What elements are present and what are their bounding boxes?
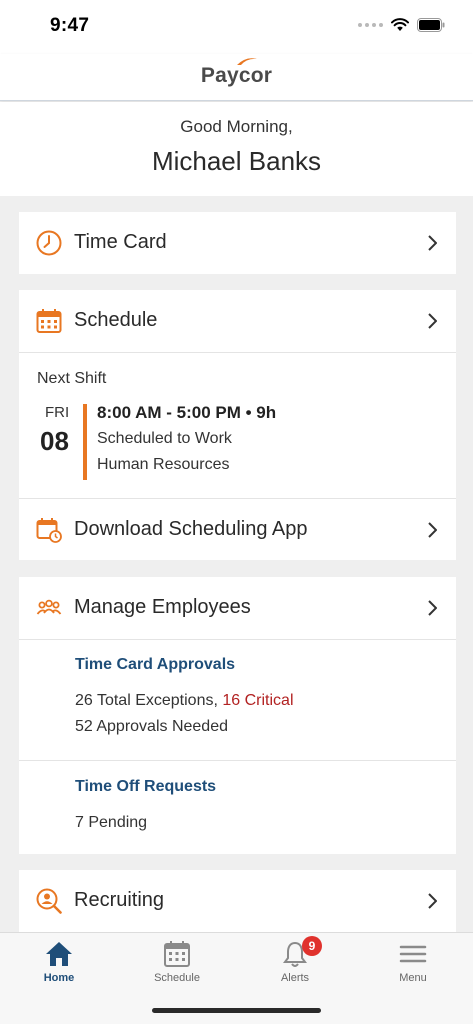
time-card-approvals-title: Time Card Approvals xyxy=(75,656,236,673)
schedule-card: Schedule Next Shift FRI 08 8:00 AM - 5:0… xyxy=(19,290,456,560)
time-card-card: Time Card xyxy=(19,212,456,274)
chevron-right-icon xyxy=(428,313,437,329)
battery-icon xyxy=(417,18,445,32)
manage-employees-label: Manage Employees xyxy=(74,596,251,618)
chevron-right-icon xyxy=(428,893,437,909)
chevron-right-icon xyxy=(428,600,437,616)
app-header: Paycor xyxy=(0,54,473,101)
shift-time: 8:00 AM - 5:00 PM • 9h xyxy=(97,403,277,422)
time-off-requests-title: Time Off Requests xyxy=(75,778,217,795)
schedule-label: Schedule xyxy=(74,309,158,331)
tab-alerts[interactable]: 9 Alerts xyxy=(236,933,354,993)
manage-employees-card: Manage Employees Time Card Approvals 26 … xyxy=(19,577,456,854)
total-exceptions: 26 Total Exceptions, xyxy=(75,692,223,709)
greeting-text: Good Morning, xyxy=(180,117,293,136)
approvals-needed: 52 Approvals Needed xyxy=(75,718,228,735)
exceptions-text: 26 Total Exceptions, 16 Critical xyxy=(75,692,294,710)
home-indicator xyxy=(152,1008,321,1013)
chevron-right-icon xyxy=(428,522,437,538)
download-scheduling-app-row[interactable]: Download Scheduling App xyxy=(19,499,456,561)
status-time: 9:47 xyxy=(50,15,90,36)
shift-department: Human Resources xyxy=(97,456,230,473)
calendar-clock-icon xyxy=(36,518,62,543)
calendar-icon xyxy=(164,941,190,967)
hamburger-icon xyxy=(399,945,427,963)
paycor-logo: Paycor xyxy=(200,64,273,87)
critical-count: 16 Critical xyxy=(222,692,294,709)
tab-schedule[interactable]: Schedule xyxy=(118,933,236,993)
chevron-right-icon xyxy=(428,235,437,251)
home-icon xyxy=(46,942,72,966)
time-card-row[interactable]: Time Card xyxy=(19,212,456,274)
time-card-approvals-section[interactable]: Time Card Approvals 26 Total Exceptions,… xyxy=(19,640,456,760)
wifi-icon xyxy=(391,18,409,31)
shift-status: Scheduled to Work xyxy=(97,430,232,447)
shift-date: 08 xyxy=(40,426,69,456)
time-off-pending: 7 Pending xyxy=(75,814,148,831)
greeting-area: Good Morning, Michael Banks xyxy=(0,102,473,196)
tab-schedule-label: Schedule xyxy=(154,972,200,984)
time-card-label: Time Card xyxy=(74,231,167,253)
recruiting-row[interactable]: Recruiting xyxy=(19,870,456,932)
user-name: Michael Banks xyxy=(151,146,322,176)
tab-home[interactable]: Home xyxy=(0,933,118,993)
next-shift-label: Next Shift xyxy=(37,370,107,387)
tab-alerts-label: Alerts xyxy=(280,972,310,984)
schedule-row[interactable]: Schedule xyxy=(19,290,456,352)
download-scheduling-app-label: Download Scheduling App xyxy=(74,518,308,540)
people-icon xyxy=(36,599,62,615)
manage-employees-row[interactable]: Manage Employees xyxy=(19,577,456,639)
time-off-requests-section[interactable]: Time Off Requests 7 Pending xyxy=(19,761,456,854)
alerts-badge: 9 xyxy=(302,936,322,956)
recruiting-card: Recruiting xyxy=(19,870,456,932)
tab-menu-label: Menu xyxy=(399,972,427,984)
status-bar: 9:47 xyxy=(0,0,473,54)
tab-menu[interactable]: Menu xyxy=(354,933,472,993)
tab-home-label: Home xyxy=(43,972,75,984)
signal-icon xyxy=(358,23,383,27)
search-person-icon xyxy=(36,888,62,914)
download-section: Download Scheduling App xyxy=(19,498,456,561)
divider xyxy=(19,352,456,353)
shift-day: FRI xyxy=(45,404,70,421)
status-icons xyxy=(358,18,445,32)
clock-icon xyxy=(36,230,62,256)
recruiting-label: Recruiting xyxy=(74,889,165,911)
calendar-icon xyxy=(36,309,62,333)
logo-swoosh-icon xyxy=(237,58,257,65)
shift-accent-bar xyxy=(83,404,87,480)
